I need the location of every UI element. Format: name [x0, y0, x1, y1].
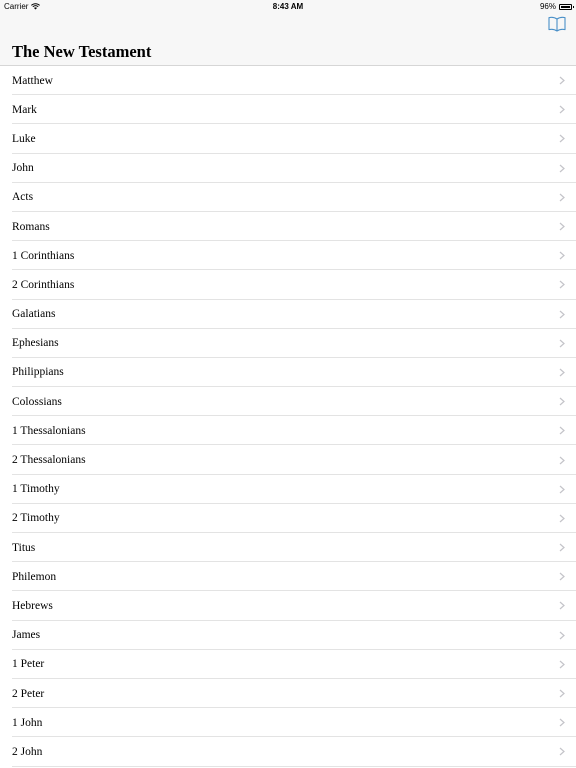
chevron-right-icon [559, 397, 565, 406]
book-list: Matthew Mark Luke John Acts Romans 1 Corinthia… [0, 66, 576, 767]
status-time: 8:43 AM [272, 2, 304, 11]
list-item[interactable]: Acts [0, 183, 576, 213]
chevron-right-icon [559, 339, 565, 348]
battery-percent: 96% [539, 2, 556, 11]
chevron-right-icon [559, 251, 565, 260]
list-item[interactable]: 2 Corinthians [0, 270, 576, 300]
list-item[interactable]: Luke [0, 124, 576, 154]
list-item[interactable]: 1 Timothy [0, 475, 576, 505]
book-label: 1 Peter [12, 658, 45, 671]
list-item[interactable]: Titus [0, 533, 576, 563]
chevron-right-icon [559, 718, 565, 727]
book-label: Luke [12, 132, 36, 145]
list-item[interactable]: 1 John [0, 708, 576, 738]
book-label: 2 Corinthians [12, 278, 75, 291]
list-item[interactable]: Ephesians [0, 329, 576, 359]
chevron-right-icon [559, 310, 565, 319]
chevron-right-icon [559, 76, 565, 85]
book-label: Colossians [12, 395, 62, 408]
list-item[interactable]: Hebrews [0, 591, 576, 621]
battery-icon [559, 3, 574, 10]
list-item[interactable]: 2 Thessalonians [0, 445, 576, 475]
book-label: Ephesians [12, 337, 59, 350]
chevron-right-icon [559, 164, 565, 173]
list-item[interactable]: 2 Timothy [0, 504, 576, 534]
chevron-right-icon [559, 572, 565, 581]
chevron-right-icon [559, 456, 565, 464]
list-item[interactable]: 2 Peter [0, 679, 576, 709]
list-item[interactable]: Matthew [0, 66, 576, 96]
book-button[interactable] [548, 16, 566, 32]
chevron-right-icon [559, 660, 565, 669]
list-item[interactable]: 2 John [0, 737, 576, 767]
list-item[interactable]: 1 Thessalonians [0, 416, 576, 446]
book-label: 2 Peter [12, 687, 45, 700]
chevron-right-icon [559, 368, 565, 377]
book-label: Romans [12, 220, 50, 233]
book-label: 1 Timothy [12, 483, 60, 496]
chevron-right-icon [559, 135, 565, 143]
book-label: Hebrews [12, 599, 53, 612]
chevron-right-icon [559, 602, 565, 610]
book-label: Galatians [12, 308, 56, 321]
book-label: John [12, 162, 34, 175]
status-bar: Carrier 8:43 AM 96% [0, 0, 576, 13]
page-title: The New Testament [12, 42, 152, 61]
book-label: 1 Corinthians [12, 249, 75, 262]
book-label: 1 Thessalonians [12, 424, 86, 437]
book-label: Philippians [12, 366, 64, 379]
battery-fill [561, 5, 570, 8]
book-label: 2 Thessalonians [12, 454, 86, 467]
chevron-right-icon [559, 280, 565, 289]
chevron-right-icon [559, 426, 565, 435]
chevron-right-icon [559, 631, 565, 640]
list-item[interactable]: Philippians [0, 358, 576, 388]
book-icon [548, 16, 566, 32]
chevron-right-icon [559, 543, 565, 552]
book-label: Titus [12, 541, 36, 554]
list-item[interactable]: Romans [0, 212, 576, 242]
book-label: Matthew [12, 74, 53, 87]
chevron-right-icon [559, 222, 565, 231]
book-label: Acts [12, 191, 34, 204]
book-label: James [12, 629, 41, 642]
book-label: 1 John [12, 716, 43, 729]
navigation-bar: The New Testament [0, 13, 576, 66]
chevron-right-icon [559, 689, 565, 698]
book-label: Philemon [12, 570, 57, 583]
chevron-right-icon [559, 514, 565, 523]
book-label: Mark [12, 103, 37, 116]
list-item[interactable]: Philemon [0, 562, 576, 592]
list-item[interactable]: 1 Peter [0, 650, 576, 680]
list-item[interactable]: John [0, 154, 576, 183]
chevron-right-icon [559, 747, 565, 756]
list-item[interactable]: Colossians [0, 387, 576, 417]
list-item[interactable]: 1 Corinthians [0, 241, 576, 271]
list-item[interactable]: James [0, 621, 576, 650]
chevron-right-icon [559, 485, 565, 494]
status-right: 96% [539, 2, 574, 11]
list-item[interactable]: Mark [0, 95, 576, 125]
book-label: 2 John [12, 745, 43, 758]
chevron-right-icon [559, 105, 565, 114]
chevron-right-icon [559, 193, 565, 202]
book-label: 2 Timothy [12, 512, 60, 525]
list-item[interactable]: Galatians [0, 300, 576, 329]
